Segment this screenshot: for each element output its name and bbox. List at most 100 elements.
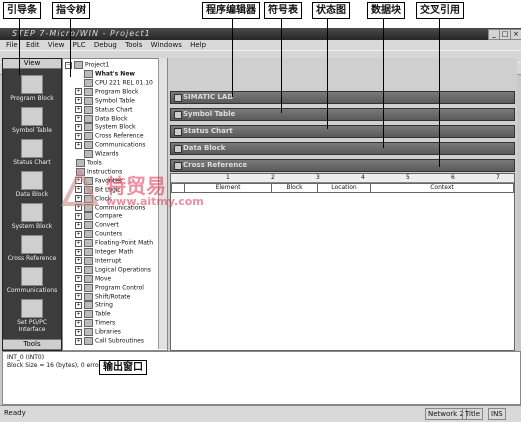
subwindow-data-block[interactable]: Data Block	[170, 142, 515, 155]
system-block-icon	[21, 203, 43, 222]
expand-icon[interactable]: +	[75, 301, 82, 309]
nav-item-program-block[interactable]: Program Block	[3, 75, 61, 102]
subwindow-program-editor[interactable]: SIMATIC LAD	[170, 91, 515, 104]
expand-icon[interactable]: +	[75, 97, 82, 105]
column-header-element[interactable]: Element	[184, 183, 272, 193]
menu-tools[interactable]: Tools	[125, 40, 142, 50]
nav-item-pgpc-interface[interactable]: Set PG/PC Interface	[3, 299, 61, 333]
expand-icon[interactable]: +	[75, 177, 82, 185]
folder-icon	[84, 212, 93, 221]
menu-debug[interactable]: Debug	[94, 40, 117, 50]
tree-item[interactable]: + Interrupt	[75, 256, 121, 266]
folder-icon	[84, 87, 93, 96]
expand-icon[interactable]: +	[75, 293, 82, 300]
nav-item-status-chart[interactable]: Status Chart	[3, 139, 61, 166]
subwindow-cross-reference[interactable]: Cross Reference	[170, 159, 515, 172]
tree-item[interactable]: +Wizards	[75, 150, 119, 159]
expand-icon[interactable]: +	[75, 310, 82, 318]
nav-item-cross-reference[interactable]: Cross Reference	[3, 235, 61, 262]
tree-item[interactable]: + Table	[75, 310, 111, 319]
expand-icon[interactable]: +	[75, 132, 82, 140]
tree-item[interactable]: + Compare	[75, 212, 122, 221]
close-icon[interactable]: ×	[510, 29, 521, 40]
expand-icon[interactable]: +	[75, 230, 82, 238]
subwindow-symbol-table[interactable]: Symbol Table	[170, 108, 515, 121]
menu-plc[interactable]: PLC	[73, 40, 86, 50]
subwindow-status-chart[interactable]: Status Chart	[170, 125, 515, 138]
tree-item[interactable]: +CPU 221 REL 01.10	[75, 78, 153, 88]
tree-item[interactable]: +What's New	[75, 70, 135, 79]
expand-icon[interactable]: +	[75, 221, 82, 229]
nav-item-communications[interactable]: Communications	[3, 267, 61, 294]
tree-root[interactable]: − Project1	[65, 61, 109, 70]
status-ready: Ready	[4, 409, 26, 417]
tree-item[interactable]: + Libraries	[75, 328, 121, 337]
nav-item-label: System Block	[11, 223, 53, 230]
tree-item[interactable]: + Symbol Table	[75, 96, 135, 106]
tree-item[interactable]: + Logical Operations	[75, 265, 151, 275]
nav-item-system-block[interactable]: System Block	[3, 203, 61, 230]
expand-icon[interactable]: +	[75, 204, 82, 211]
tree-item[interactable]: + Integer Math	[75, 248, 134, 257]
nav-item-data-block[interactable]: Data Block	[3, 171, 61, 198]
column-header-block[interactable]: Block	[271, 183, 318, 193]
expand-icon[interactable]: +	[75, 186, 82, 194]
tree-item[interactable]: + Communications	[75, 141, 145, 150]
expand-icon[interactable]: +	[75, 195, 82, 203]
expand-icon[interactable]: +	[75, 266, 82, 274]
menu-view[interactable]: View	[48, 40, 65, 50]
expand-icon[interactable]: +	[75, 248, 82, 256]
column-header-context[interactable]: Context	[370, 183, 514, 193]
tree-item[interactable]: + Move	[75, 274, 111, 284]
tree-item[interactable]: +Tools	[67, 159, 102, 168]
tree-item[interactable]: + Communications	[75, 203, 145, 213]
tree-item[interactable]: + Call Subroutines	[75, 337, 144, 346]
callout-cross-reference: 交叉引用	[416, 2, 464, 19]
tree-item[interactable]: + Favorites	[75, 176, 122, 186]
menu-windows[interactable]: Windows	[151, 40, 182, 50]
expand-icon[interactable]: +	[75, 141, 82, 149]
tree-item[interactable]: + System Block	[75, 123, 136, 132]
tree-item[interactable]: + Counters	[75, 230, 122, 239]
menu-edit[interactable]: Edit	[26, 40, 40, 50]
column-header-location[interactable]: Location	[317, 183, 371, 193]
nav-item-label: Set PG/PC Interface	[17, 319, 47, 333]
expand-icon[interactable]: +	[75, 337, 82, 345]
expand-icon[interactable]: +	[75, 115, 82, 122]
expand-icon[interactable]: +	[75, 106, 82, 114]
folder-icon	[84, 274, 93, 283]
expand-icon[interactable]: +	[75, 257, 82, 265]
expand-icon[interactable]: +	[75, 328, 82, 336]
window-title: STEP 7-Micro/WIN - Project1	[12, 29, 151, 38]
tree-item[interactable]: + Program Block	[75, 87, 138, 97]
menu-help[interactable]: Help	[190, 40, 206, 50]
callout-output-window: 输出窗口	[99, 360, 147, 375]
tree-item[interactable]: + Bit Logic	[75, 185, 121, 195]
menu-file[interactable]: File	[6, 40, 18, 50]
nav-item-label: Communications	[6, 287, 58, 294]
expand-icon[interactable]: +	[75, 275, 82, 283]
tree-item[interactable]: + Convert	[75, 221, 119, 230]
navbar-view-header[interactable]: View	[3, 59, 61, 69]
expand-icon[interactable]: +	[75, 284, 82, 292]
tree-item[interactable]: + Program Control	[75, 283, 144, 293]
expand-icon[interactable]: +	[75, 319, 82, 327]
tree-item[interactable]: + Shift/Rotate	[75, 292, 130, 302]
expand-icon[interactable]: +	[75, 212, 82, 220]
tree-item[interactable]: + Status Chart	[75, 105, 133, 115]
nav-item-symbol-table[interactable]: Symbol Table	[3, 107, 61, 134]
tree-item[interactable]: + Data Block	[75, 114, 127, 124]
tree-item[interactable]: +Instructions	[67, 167, 122, 177]
tree-item[interactable]: + String	[75, 301, 113, 310]
navbar-tools-footer[interactable]: Tools	[3, 339, 61, 350]
expand-icon[interactable]: +	[75, 123, 82, 131]
tree-item[interactable]: + Clock	[75, 194, 111, 204]
folder-icon	[76, 159, 85, 167]
tree-scrollbar[interactable]	[158, 58, 167, 349]
status-title: Title	[462, 408, 484, 420]
expand-icon[interactable]: +	[75, 239, 82, 247]
expand-icon[interactable]: +	[75, 88, 82, 96]
tree-item[interactable]: + Floating-Point Math	[75, 239, 153, 248]
tree-item[interactable]: + Cross Reference	[75, 132, 144, 141]
tree-item[interactable]: + Timers	[75, 319, 115, 328]
